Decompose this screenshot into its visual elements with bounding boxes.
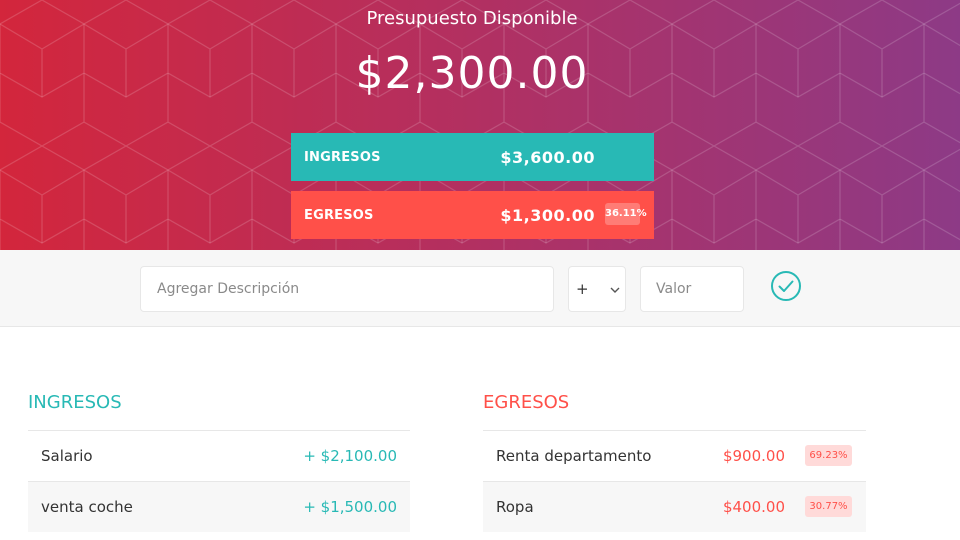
income-list: Salario + $2,100.00 venta coche + $1,500… (28, 430, 410, 532)
description-input[interactable] (140, 266, 554, 312)
income-item[interactable]: venta coche + $1,500.00 (28, 481, 410, 532)
budget-header: Presupuesto Disponible $2,300.00 INGRESO… (0, 0, 960, 250)
income-summary-value: $3,600.00 (500, 147, 595, 167)
expense-item-percentage-badge: 30.77% (805, 496, 852, 517)
expense-summary: EGRESOS $1,300.00 36.11% (291, 191, 654, 239)
expense-item-value: $400.00 (722, 498, 785, 516)
expense-list-title: EGRESOS (483, 392, 570, 413)
expense-item[interactable]: Renta departamento $900.00 69.23% (483, 430, 866, 481)
type-select-value: + (576, 280, 589, 298)
type-select[interactable]: + (568, 266, 626, 312)
expense-percentage-badge: 36.11% (605, 203, 647, 225)
value-input[interactable] (640, 266, 744, 312)
expense-item-value: $900.00 (722, 447, 785, 465)
expense-item-percentage-badge: 69.23% (805, 445, 852, 466)
expense-summary-label: EGRESOS (304, 207, 374, 223)
expense-list: Renta departamento $900.00 69.23% Ropa $… (483, 430, 866, 532)
add-item-button[interactable] (770, 270, 802, 302)
chevron-down-icon (610, 287, 620, 293)
income-list-title: INGRESOS (28, 392, 122, 413)
income-item-value: + $2,100.00 (303, 447, 397, 465)
income-summary: INGRESOS $3,600.00 (291, 133, 654, 181)
income-item-value: + $1,500.00 (303, 498, 397, 516)
income-summary-label: INGRESOS (304, 149, 381, 165)
add-item-bar: + (0, 250, 960, 327)
expense-item-description: Ropa (496, 498, 534, 516)
income-item-description: venta coche (41, 498, 133, 516)
budget-title: Presupuesto Disponible (366, 8, 578, 29)
expense-item[interactable]: Ropa $400.00 30.77% (483, 481, 866, 532)
income-item-description: Salario (41, 447, 93, 465)
check-circle-icon (771, 271, 801, 301)
expense-summary-value: $1,300.00 (500, 205, 595, 225)
available-budget-value: $2,300.00 (355, 48, 589, 99)
expense-item-description: Renta departamento (496, 447, 652, 465)
income-item[interactable]: Salario + $2,100.00 (28, 430, 410, 481)
